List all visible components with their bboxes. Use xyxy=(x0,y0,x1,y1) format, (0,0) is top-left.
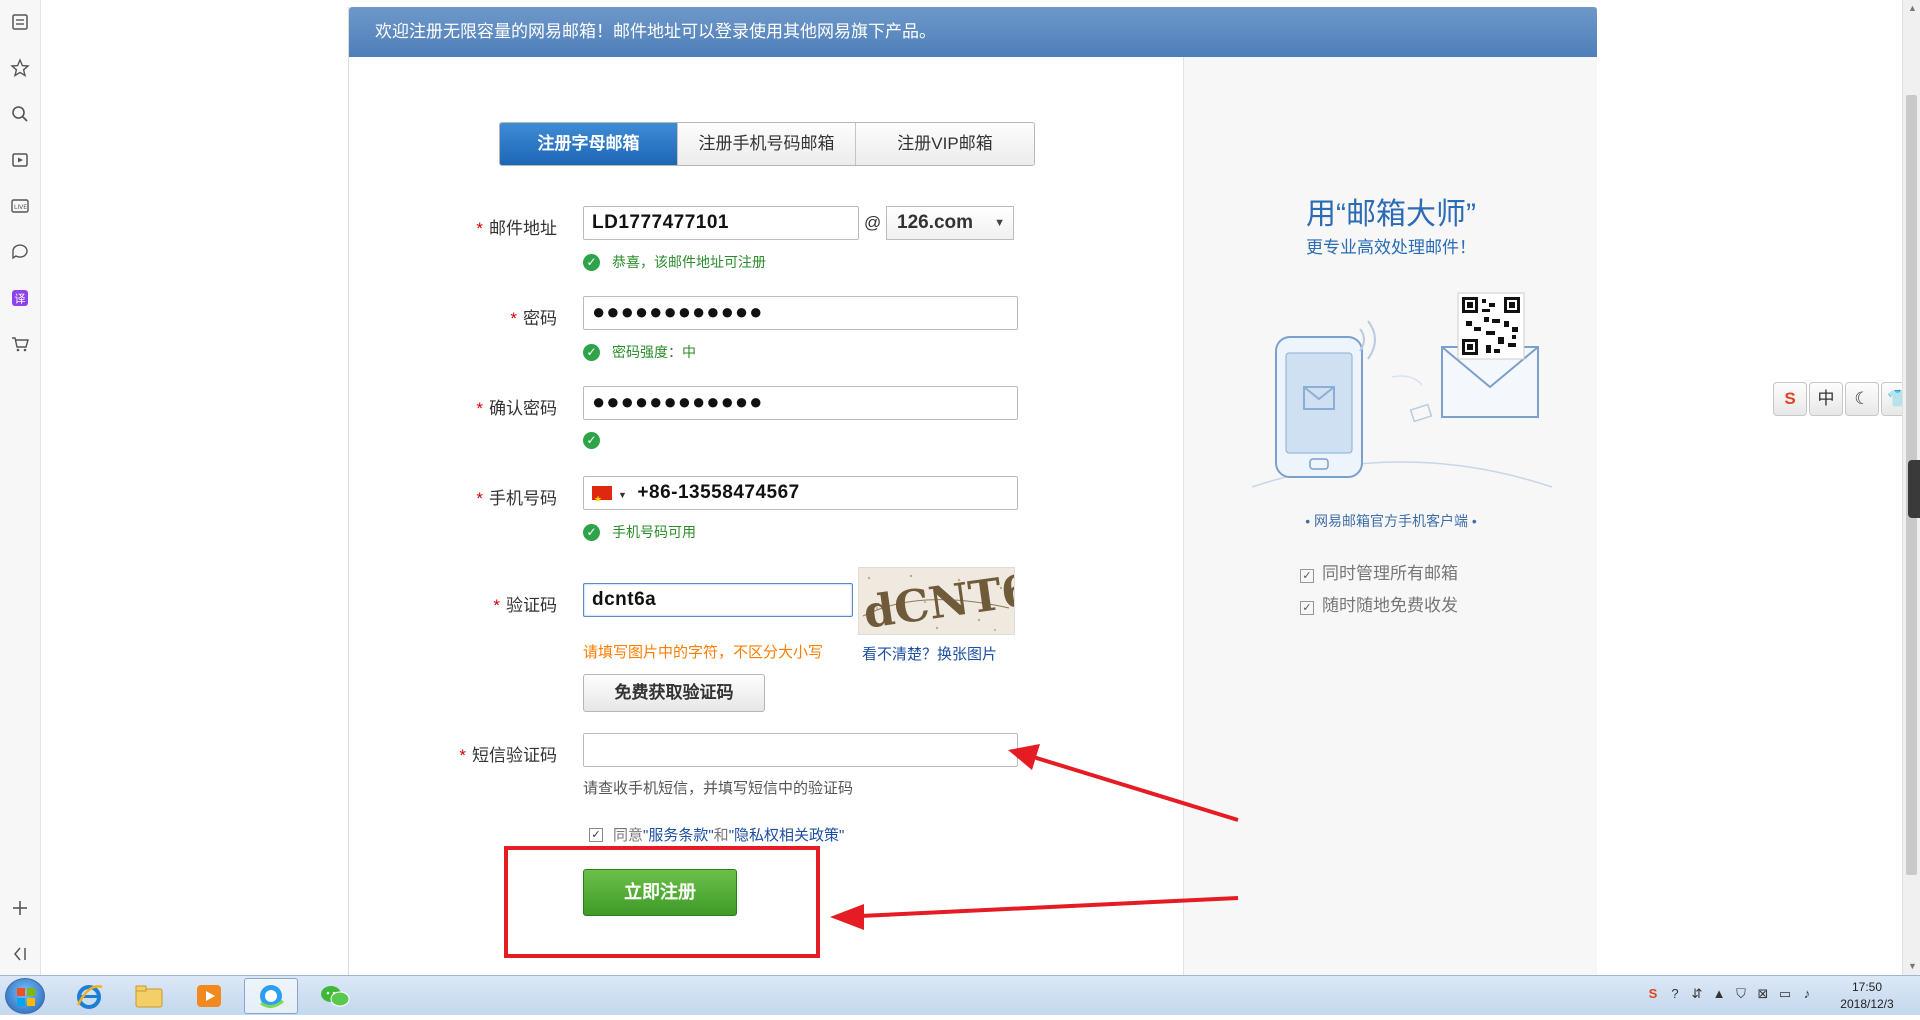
caret-down-icon: ▼ xyxy=(994,217,1005,229)
ime-tray-icon[interactable]: ⇵ xyxy=(1689,986,1705,1002)
star-icon[interactable] xyxy=(8,56,32,80)
confirm-ok: ✓ xyxy=(583,432,612,449)
qq-browser-icon[interactable] xyxy=(244,978,298,1014)
security-shield-icon[interactable]: ⛉ xyxy=(1733,986,1749,1002)
welcome-banner: 欢迎注册无限容量的网易邮箱！邮件地址可以登录使用其他网易旗下产品。 xyxy=(349,7,1597,57)
password-strength-hint: ✓ 密码强度：中 xyxy=(583,342,696,362)
side-panel-handle[interactable] xyxy=(1908,460,1920,518)
feature-item: ✓ 随时随地免费收发 xyxy=(1300,591,1458,616)
tab-vip-email[interactable]: 注册VIP邮箱 xyxy=(856,123,1034,165)
search-icon[interactable] xyxy=(8,102,32,126)
get-sms-code-button[interactable]: 免费获取验证码 xyxy=(583,674,765,712)
reading-list-icon[interactable] xyxy=(8,10,32,34)
check-circle-icon: ✓ xyxy=(583,253,600,271)
agreement: ✓ 同意 "服务条款" 和 "隐私权相关政策" xyxy=(589,824,844,845)
system-tray: S ? ⇵ ▲ ⛉ ⊠ ▭ ♪ xyxy=(1645,986,1815,1002)
chat-icon[interactable] xyxy=(8,240,32,264)
refresh-captcha-link[interactable]: 看不清楚？换张图片 xyxy=(862,643,997,664)
start-button[interactable] xyxy=(5,978,45,1014)
network-icon[interactable]: ⊠ xyxy=(1755,986,1771,1002)
scroll-up-icon[interactable]: ▲ xyxy=(1908,4,1917,13)
add-icon[interactable] xyxy=(8,896,32,920)
scroll-down-icon[interactable]: ▼ xyxy=(1908,962,1917,971)
sms-code-label: * 短信验证码 xyxy=(459,746,557,765)
confirm-password-label: * 确认密码 xyxy=(476,399,557,418)
caret-down-icon[interactable]: ▼ xyxy=(618,490,627,500)
live-icon[interactable]: LIVE xyxy=(8,194,32,218)
phone-label: * 手机号码 xyxy=(476,489,557,508)
promo-panel: 用“邮箱大师” 更专业高效处理邮件！ • 网易邮箱官方手机客户端 • ✓ 同时管… xyxy=(1183,57,1597,975)
china-flag-icon[interactable] xyxy=(592,483,612,515)
sogou-tray-icon[interactable]: S xyxy=(1645,986,1661,1002)
ie-browser-icon[interactable] xyxy=(62,978,116,1014)
privacy-link[interactable]: "隐私权相关政策" xyxy=(729,824,845,845)
captcha-image[interactable]: dCNT6A xyxy=(858,567,1015,635)
browser-sidebar: LIVE 译 xyxy=(0,0,41,975)
svg-text:LIVE: LIVE xyxy=(14,204,27,211)
tab-letter-email[interactable]: 注册字母邮箱 xyxy=(500,123,678,165)
registration-page: 欢迎注册无限容量的网易邮箱！邮件地址可以登录使用其他网易旗下产品。 用“邮箱大师… xyxy=(348,7,1597,975)
sms-code-input[interactable] xyxy=(583,733,1018,767)
help-icon[interactable]: ? xyxy=(1667,986,1683,1002)
password-input[interactable]: ●●●●●●●●●●●● xyxy=(583,296,1018,330)
show-hidden-icons-icon[interactable]: ▲ xyxy=(1711,986,1727,1002)
check-icon: ✓ xyxy=(1300,569,1314,583)
at-sign: @ xyxy=(864,213,882,232)
sms-hint: 请查收手机短信，并填写短信中的验证码 xyxy=(583,780,854,797)
video-icon[interactable] xyxy=(8,148,32,172)
wechat-icon[interactable] xyxy=(308,978,362,1014)
translate-icon[interactable]: 译 xyxy=(8,286,32,310)
agree-checkbox[interactable]: ✓ xyxy=(589,827,603,842)
email-label: * 邮件地址 xyxy=(476,219,557,238)
shopping-cart-icon[interactable] xyxy=(8,332,32,356)
phone-hint: ✓ 手机号码可用 xyxy=(583,522,696,542)
moon-icon[interactable]: ☾ xyxy=(1845,382,1879,416)
windows-taskbar: S ? ⇵ ▲ ⛉ ⊠ ▭ ♪ 17:50 2018/12/3 xyxy=(0,975,1920,1015)
email-hint: ✓ 恭喜，该邮件地址可注册 xyxy=(583,252,766,272)
terms-link[interactable]: "服务条款" xyxy=(643,824,714,845)
feature-item: ✓ 同时管理所有邮箱 xyxy=(1300,559,1458,584)
tab-phone-email[interactable]: 注册手机号码邮箱 xyxy=(678,123,856,165)
captcha-input[interactable]: dcnt6a xyxy=(583,583,853,617)
display-icon[interactable]: ▭ xyxy=(1777,986,1793,1002)
windows-logo-icon xyxy=(17,988,35,1006)
captcha-hint: 请填写图片中的字符，不区分大小写 xyxy=(583,644,824,661)
media-player-icon[interactable] xyxy=(182,978,236,1014)
file-explorer-icon[interactable] xyxy=(122,978,176,1014)
collapse-sidebar-icon[interactable] xyxy=(8,942,32,966)
confirm-password-input[interactable]: ●●●●●●●●●●●● xyxy=(583,386,1018,420)
register-type-tabs: 注册字母邮箱 注册手机号码邮箱 注册VIP邮箱 xyxy=(499,122,1035,166)
password-label: * 密码 xyxy=(510,309,557,328)
email-input[interactable]: LD1777477101 xyxy=(583,206,859,240)
promo-subtitle: 更专业高效处理邮件！ xyxy=(1306,238,1476,257)
captcha-label: * 验证码 xyxy=(493,596,557,615)
phone-input[interactable]: ▼+86-13558474567 xyxy=(583,476,1018,515)
check-circle-icon: ✓ xyxy=(583,523,600,541)
phone-illustration-icon xyxy=(1251,292,1553,488)
volume-icon[interactable]: ♪ xyxy=(1799,986,1815,1002)
promo-title: 用“邮箱大师” xyxy=(1306,198,1476,231)
promo-footer: • 网易邮箱官方手机客户端 • xyxy=(1305,513,1477,529)
ime-mode-toggle[interactable]: 中 xyxy=(1809,382,1843,416)
taskbar-clock[interactable]: 17:50 2018/12/3 xyxy=(1822,979,1912,1013)
sogou-logo-icon[interactable]: S xyxy=(1773,382,1807,416)
check-icon: ✓ xyxy=(1300,601,1314,615)
ime-toolbar: S 中 ☾ 👕 xyxy=(1773,382,1915,416)
highlight-box xyxy=(504,846,820,958)
svg-text:译: 译 xyxy=(15,293,26,306)
domain-select[interactable]: 126.com ▼ xyxy=(886,206,1014,240)
check-circle-icon: ✓ xyxy=(583,432,600,449)
check-circle-icon: ✓ xyxy=(583,343,600,361)
